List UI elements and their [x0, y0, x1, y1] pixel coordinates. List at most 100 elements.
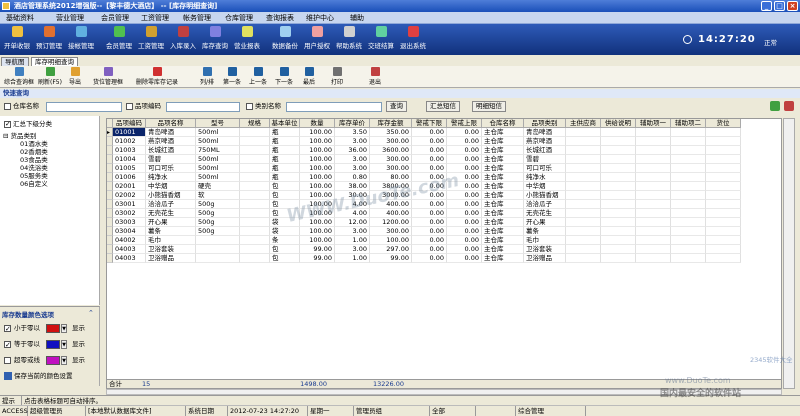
column-header[interactable]: 品项编码	[113, 119, 146, 128]
menu-business[interactable]: 营业管理	[56, 13, 84, 23]
table-row[interactable]: 03002 无壳花生 500g 包 100.00 4.00 400.00 0.00 0.00 主仓…	[107, 209, 781, 218]
menu-salary[interactable]: 工资管理	[141, 13, 169, 23]
column-header[interactable]: 规格	[240, 119, 270, 128]
location-manage-button[interactable]: 货位管理框	[88, 67, 128, 87]
column-header[interactable]: 辅助项二	[671, 119, 706, 128]
delete-zero-stock-button[interactable]: 删除零库存记录	[130, 67, 184, 87]
table-row[interactable]: 04003 卫浴套装包 99.00 3.00 297.00 0.00 0.00 主仓库 卫浴套装	[107, 245, 781, 254]
column-header[interactable]: 数量	[300, 119, 335, 128]
table-row[interactable]: 01002 燕京啤酒 500ml 瓶 100.00 3.00 300.00 0.00 0.00 主…	[107, 137, 781, 146]
settings-icon[interactable]	[770, 101, 780, 111]
reservation-button[interactable]: 预订管理	[34, 26, 64, 53]
warehouse-input[interactable]	[46, 102, 122, 112]
code-input[interactable]	[166, 102, 240, 112]
summary-subcategory-checkbox[interactable]	[4, 120, 11, 128]
exit-button[interactable]: 退出	[364, 67, 386, 87]
vertical-scrollbar[interactable]	[783, 118, 795, 389]
column-header[interactable]: 基本单位	[270, 119, 300, 128]
column-header[interactable]: 品项名称	[146, 119, 196, 128]
column-header[interactable]: 货位	[706, 119, 741, 128]
table-row[interactable]: ▸ 01001 青岛啤酒 500ml 瓶 100.00 3.50 350.00 0.00 0.00…	[107, 128, 781, 137]
column-header[interactable]: 库存单价	[335, 119, 370, 128]
menu-reports[interactable]: 查询报表	[266, 13, 294, 23]
column-header[interactable]: 仓库名称	[482, 119, 524, 128]
table-cell: 0.00	[412, 209, 447, 218]
tree-item[interactable]: 03食品类	[20, 156, 48, 164]
table-row[interactable]: 03004 薯条 500g 袋 100.00 3.00 300.00 0.00 0.00 主仓库薯…	[107, 227, 781, 236]
column-header[interactable]: 主供应商	[566, 119, 601, 128]
menu-basic-data[interactable]: 基础资料	[6, 13, 34, 23]
menu-assist[interactable]: 辅助	[350, 13, 364, 23]
menu-warehouse[interactable]: 仓库管理	[225, 13, 253, 23]
warehouse-checkbox[interactable]	[4, 103, 11, 110]
menu-accounts[interactable]: 帐务管理	[183, 13, 211, 23]
tab-stock-detail[interactable]: 库存明细查询	[31, 57, 78, 66]
checkout-button[interactable]: 开单收银	[2, 26, 32, 53]
table-row[interactable]: 03001 洽洽瓜子 500g 包 100.00 4.00 400.00 0.00 0.00 主仓…	[107, 200, 781, 209]
save-color-button[interactable]: 保存当前的颜色设置	[2, 371, 98, 383]
zero-color-dropdown[interactable]: ▼	[61, 340, 67, 349]
tree-item[interactable]: 01酒水类	[20, 140, 48, 148]
maximize-button[interactable]: □	[774, 1, 785, 11]
close-panel-icon[interactable]	[784, 101, 794, 111]
member-button[interactable]: 会员管理	[104, 26, 134, 53]
stock-in-button[interactable]: 入库录入	[168, 26, 198, 53]
column-header[interactable]: 品项类别	[524, 119, 566, 128]
help-button[interactable]: 帮助系统	[334, 26, 364, 53]
tree-item[interactable]: 05服务类	[20, 172, 48, 180]
prev-record-button[interactable]: 上一条	[246, 67, 270, 87]
stock-query-button[interactable]: 库存查询	[200, 26, 230, 53]
category-input[interactable]	[286, 102, 382, 112]
menu-maintenance[interactable]: 维护中心	[306, 13, 334, 23]
collapse-icon[interactable]: ⌃	[88, 309, 94, 317]
tree-item[interactable]: 04洗浴类	[20, 164, 48, 172]
column-header[interactable]: 供给说明	[601, 119, 636, 128]
user-auth-button[interactable]: 用户授权	[302, 26, 332, 53]
zero-color-swatch[interactable]	[46, 340, 60, 349]
table-row[interactable]: 04002 毛巾条 100.00 1.00 100.00 0.00 0.00 主仓库 毛巾	[107, 236, 781, 245]
query-button[interactable]: 查询	[386, 101, 407, 112]
close-button[interactable]: ×	[787, 1, 798, 11]
column-header[interactable]: 辅助项一	[636, 119, 671, 128]
over-color-dropdown[interactable]: ▼	[61, 356, 67, 365]
export-button[interactable]: 导出	[64, 67, 86, 87]
refresh-button[interactable]: 刷新(F5)	[38, 67, 62, 87]
tab-navigation[interactable]: 导航图	[1, 57, 29, 66]
tree-item[interactable]: 02香烟类	[20, 148, 48, 156]
composite-query-button[interactable]: 综合查询框	[2, 67, 36, 87]
table-row[interactable]: 01004 雪碧 500ml 瓶 100.00 3.00 300.00 0.00 0.00 主仓库…	[107, 155, 781, 164]
bill-manage-button[interactable]: 接帐管理	[66, 26, 96, 53]
print-button[interactable]: 打印	[326, 67, 348, 87]
next-record-button[interactable]: 下一条	[272, 67, 296, 87]
over-checkbox[interactable]	[4, 357, 11, 364]
column-header[interactable]: 警戒下限	[412, 119, 447, 128]
tree-item[interactable]: 06自定义	[20, 180, 48, 188]
zero-checkbox[interactable]	[4, 340, 11, 350]
code-checkbox[interactable]	[126, 103, 133, 110]
minimize-button[interactable]: _	[761, 1, 772, 11]
last-record-button[interactable]: 最后	[298, 67, 320, 87]
negative-checkbox[interactable]	[4, 324, 11, 334]
over-color-swatch[interactable]	[46, 356, 60, 365]
summary-sms-button[interactable]: 汇总短信	[426, 101, 460, 112]
table-cell: 500g	[196, 200, 240, 209]
first-record-button[interactable]: 第一条	[220, 67, 244, 87]
table-row[interactable]: 03003 开心果 500g 袋 100.00 12.00 1200.00 0.00 0.00 主…	[107, 218, 781, 227]
shift-settle-button[interactable]: 交班结算	[366, 26, 396, 53]
column-header[interactable]: 警戒上限	[447, 119, 482, 128]
business-report-button[interactable]: 营业报表	[232, 26, 262, 53]
category-checkbox[interactable]	[246, 103, 253, 110]
table-row[interactable]: 04003 卫浴赠品包 99.00 1.00 99.00 0.00 0.00 主仓库 卫浴赠品	[107, 254, 781, 263]
exit-system-button[interactable]: 退出系统	[398, 26, 428, 53]
data-backup-button[interactable]: 数据备份	[270, 26, 300, 53]
tree-root[interactable]: ⊟ 货品类别	[3, 132, 37, 140]
negative-color-dropdown[interactable]: ▼	[61, 324, 67, 333]
menu-member[interactable]: 会员管理	[101, 13, 129, 23]
column-sort-button[interactable]: 列/排	[196, 67, 218, 87]
column-header[interactable]: 库存金额	[370, 119, 412, 128]
table-row[interactable]: 01003 长城红酒 750ML 瓶 100.00 36.00 3600.00 0.00 0.0…	[107, 146, 781, 155]
detail-sms-button[interactable]: 明细短信	[472, 101, 506, 112]
column-header[interactable]: 型号	[196, 119, 240, 128]
salary-button[interactable]: 工资管理	[136, 26, 166, 53]
negative-color-swatch[interactable]	[46, 324, 60, 333]
